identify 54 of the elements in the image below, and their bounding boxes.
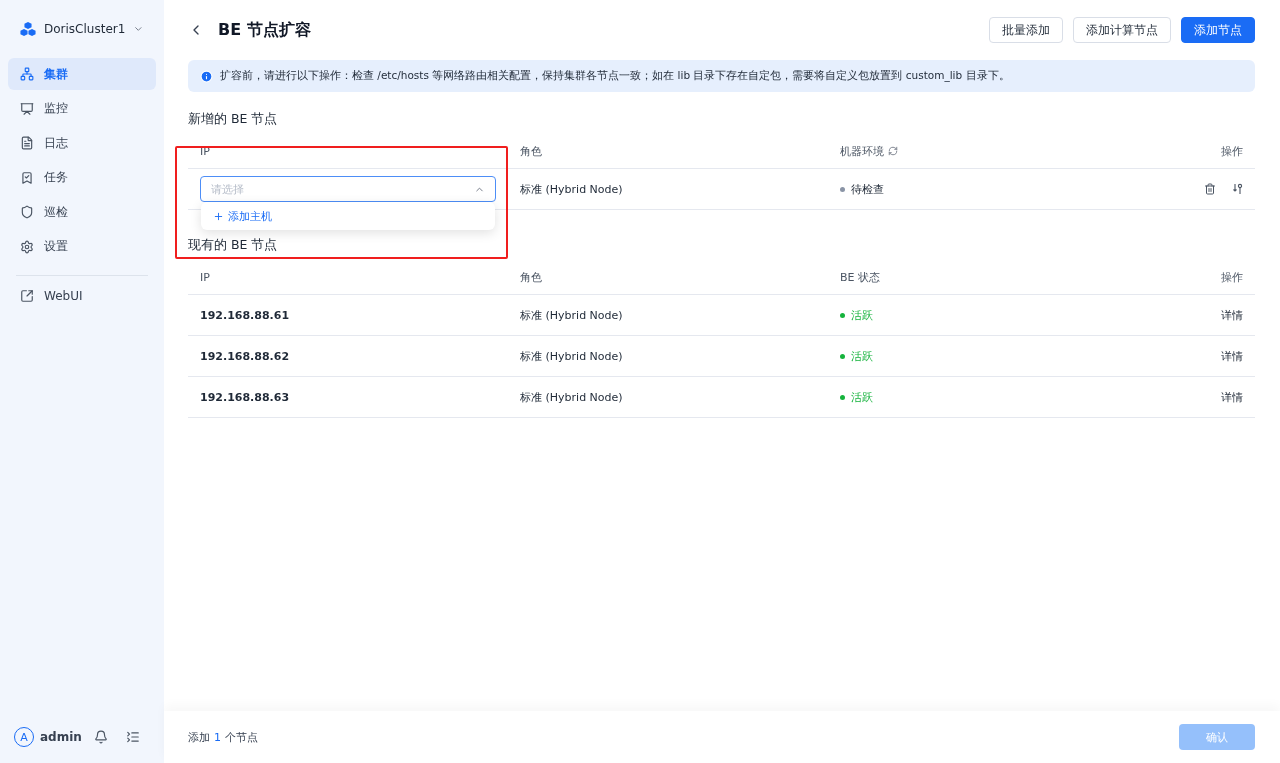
ip-cell: 192.168.88.61 (200, 308, 290, 322)
button[interactable]: 批量添加 (989, 17, 1063, 43)
nav-item[interactable]: 巡检 (8, 196, 156, 228)
column-header: 机器环境 (840, 143, 884, 159)
info-icon (200, 69, 213, 83)
shield-icon (20, 205, 34, 219)
delete-icon[interactable] (1204, 183, 1216, 195)
column-header: BE 状态 (840, 269, 880, 285)
plus-icon (213, 210, 224, 222)
column-header: 操作 (1221, 143, 1243, 159)
nav-link[interactable]: WebUI (8, 280, 156, 312)
page-title: BE 节点扩容 (218, 19, 312, 41)
column-header: 操作 (1221, 269, 1243, 285)
bookmark-icon (20, 170, 34, 185)
nav-item[interactable]: 集群 (8, 58, 156, 90)
table-cell: 标准 (Hybrid Node) (520, 348, 623, 364)
alert-text: 扩容前，请进行以下操作：检查 /etc/hosts 等网络路由相关配置，保持集群各节点一致；如在 lib 目录下存在自定包，需要将自定义包放置到 custom_lib 目录下。 (220, 69, 1010, 83)
button[interactable]: 添加计算节点 (1073, 17, 1171, 43)
section-title: 现有的 BE 节点 (188, 236, 279, 254)
document-icon (20, 136, 34, 150)
primary-button[interactable]: 添加节点 (1181, 17, 1255, 43)
status-text: 活跃 (851, 389, 873, 405)
cubes-logo-icon (20, 20, 36, 38)
status-text: 活跃 (851, 348, 873, 364)
details-link[interactable]: 详情 (1221, 307, 1243, 323)
ip-cell: 192.168.88.63 (200, 390, 290, 404)
external-link-icon (20, 289, 34, 303)
network-icon (20, 67, 34, 81)
ip-cell: 192.168.88.62 (200, 349, 290, 363)
column-header: 角色 (520, 269, 542, 285)
status-text: 待检查 (851, 181, 884, 197)
nav-item[interactable]: 日志 (8, 127, 156, 159)
table-cell: 标准 (Hybrid Node) (520, 181, 623, 197)
adjust-icon[interactable] (1232, 183, 1243, 195)
column-header: 角色 (520, 143, 542, 159)
node-count-text: 添加 1 个节点 (188, 729, 258, 745)
details-link[interactable]: 详情 (1221, 348, 1243, 364)
menu-icon[interactable] (126, 730, 140, 744)
section-title: 新增的 BE 节点 (188, 110, 279, 128)
table-cell: 标准 (Hybrid Node) (520, 307, 623, 323)
cluster-name: DorisCluster1 (44, 22, 126, 36)
dropdown-option[interactable]: 添加主机 (205, 204, 491, 228)
table-cell: 标准 (Hybrid Node) (520, 389, 623, 405)
user-name: admin (40, 730, 83, 744)
status-text: 活跃 (851, 307, 873, 323)
nav-item[interactable]: 设置 (8, 230, 156, 263)
nav-item[interactable]: 任务 (8, 161, 156, 194)
settings-icon (20, 239, 34, 254)
bell-icon[interactable] (94, 730, 108, 744)
details-link[interactable]: 详情 (1221, 389, 1243, 405)
column-header: IP (200, 270, 210, 284)
refresh-icon[interactable] (888, 146, 898, 156)
monitor-icon (20, 101, 34, 116)
nav-item[interactable]: 监控 (8, 92, 156, 125)
